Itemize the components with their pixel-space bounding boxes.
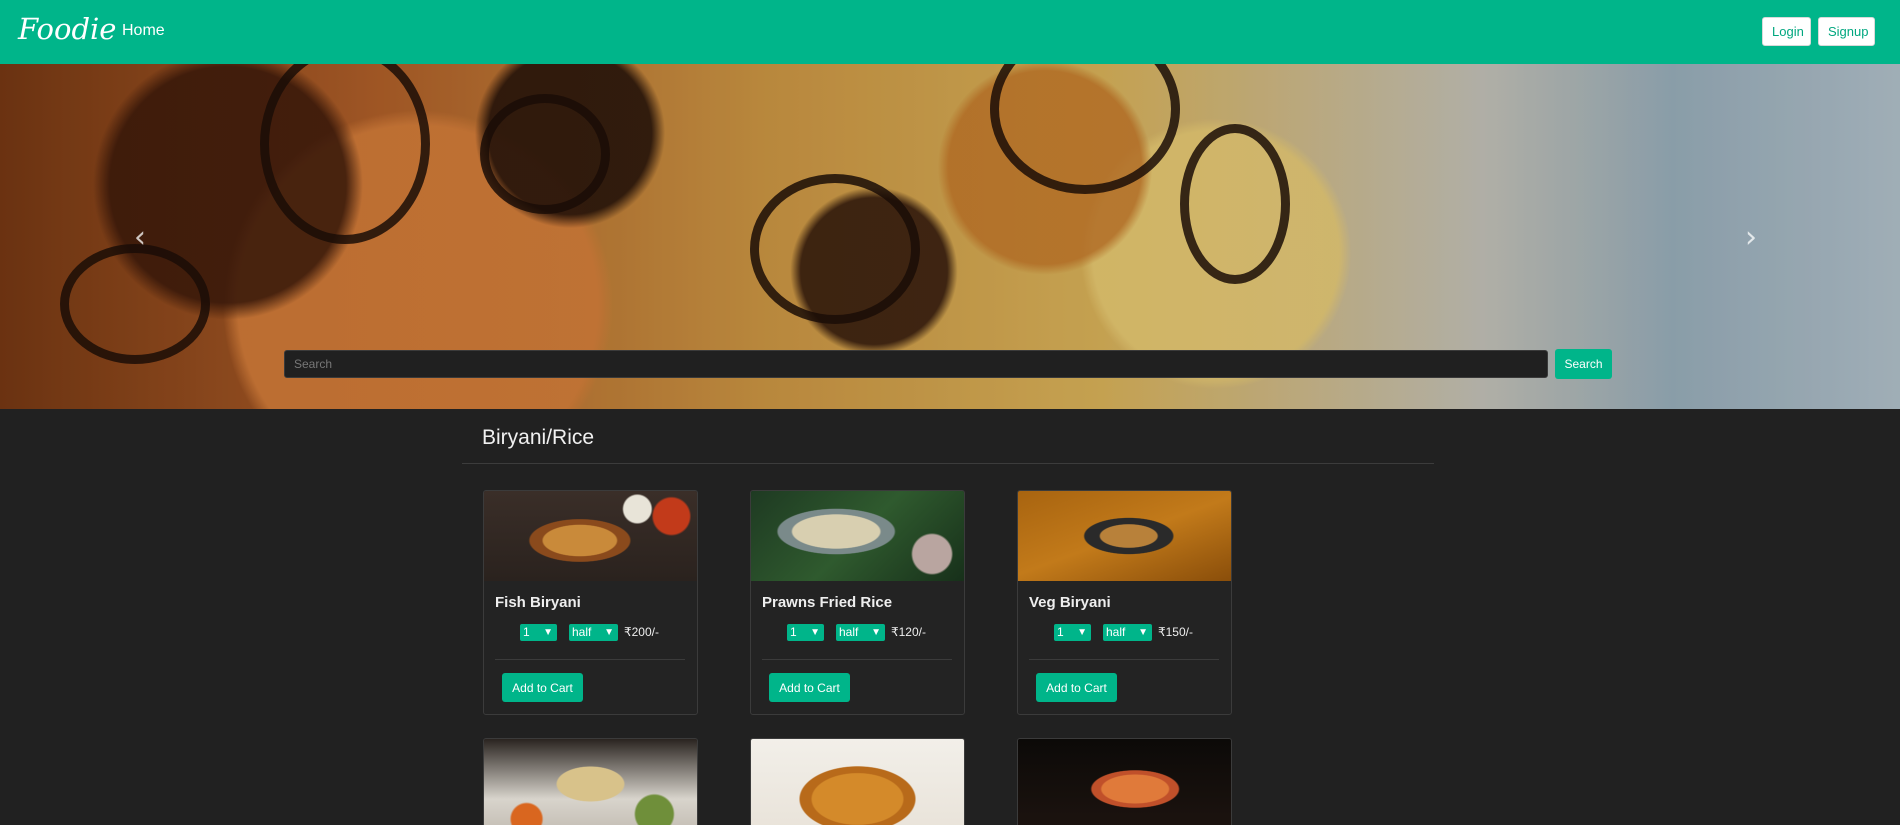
food-card: Fish Biryani 1 ▼ half ▼ ₹200/- Add to Cart [483,490,698,715]
quantity-select[interactable]: 1 ▼ [520,624,557,641]
size-select[interactable]: half ▼ [836,624,885,641]
nav-home-link[interactable]: Home [122,22,165,40]
food-name: Veg Biryani [1029,594,1111,611]
food-image [1018,739,1231,825]
hero-carousel: ‹ › Search [0,64,1900,409]
food-image [484,739,697,825]
quantity-value: 1 [790,625,797,639]
section-divider [462,463,1434,464]
search-button[interactable]: Search [1555,349,1612,379]
food-image [751,491,964,581]
chevron-down-icon: ▼ [1138,627,1148,638]
size-value: half [1106,625,1126,639]
card-divider [1029,659,1219,660]
price-label: ₹150/- [1158,625,1193,639]
food-card [1017,738,1232,825]
quantity-select[interactable]: 1 ▼ [787,624,824,641]
add-to-cart-button[interactable]: Add to Cart [769,673,850,702]
chevron-right-icon[interactable]: › [1745,220,1757,255]
price-label: ₹200/- [624,625,659,639]
quantity-value: 1 [523,625,530,639]
brand-logo[interactable]: Foodie [18,12,116,46]
search-input[interactable] [284,350,1548,378]
card-divider [495,659,685,660]
size-value: half [572,625,592,639]
navbar: Foodie Home Login Signup [0,0,1900,64]
food-card [750,738,965,825]
chevron-left-icon[interactable]: ‹ [134,220,146,255]
section-title: Biryani/Rice [482,426,595,449]
price-label: ₹120/- [891,625,926,639]
food-card: Prawns Fried Rice 1 ▼ half ▼ ₹120/- Add to… [750,490,965,715]
food-card: Veg Biryani 1 ▼ half ▼ ₹150/- Add to Cart [1017,490,1232,715]
add-to-cart-button[interactable]: Add to Cart [1036,673,1117,702]
food-card [483,738,698,825]
food-name: Prawns Fried Rice [762,594,893,611]
food-image [1018,491,1231,581]
chevron-down-icon: ▼ [543,627,553,638]
chevron-down-icon: ▼ [810,627,820,638]
add-to-cart-button[interactable]: Add to Cart [502,673,583,702]
chevron-down-icon: ▼ [604,627,614,638]
food-image [484,491,697,581]
food-name: Fish Biryani [495,594,581,611]
food-image [751,739,964,825]
size-select[interactable]: half ▼ [1103,624,1152,641]
card-divider [762,659,952,660]
quantity-value: 1 [1057,625,1064,639]
chevron-down-icon: ▼ [1077,627,1087,638]
chevron-down-icon: ▼ [871,627,881,638]
size-value: half [839,625,859,639]
size-select[interactable]: half ▼ [569,624,618,641]
signup-button[interactable]: Signup [1818,17,1875,46]
login-button[interactable]: Login [1762,17,1811,46]
quantity-select[interactable]: 1 ▼ [1054,624,1091,641]
